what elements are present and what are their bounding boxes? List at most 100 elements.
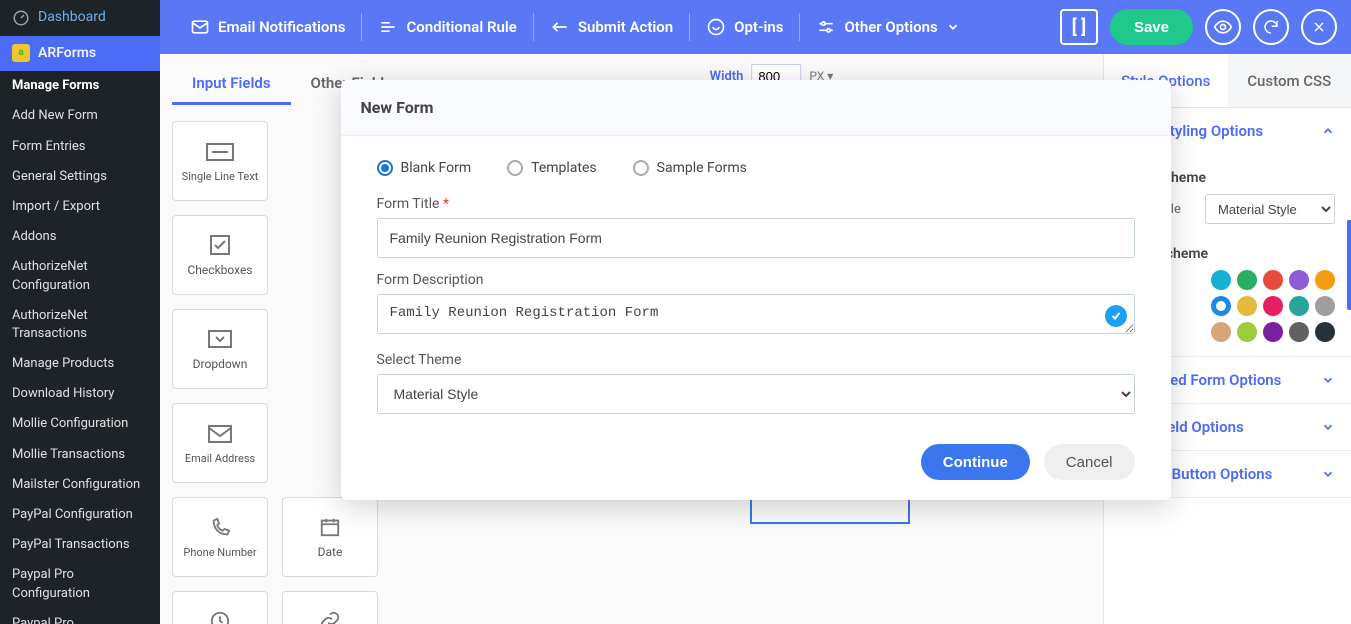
optin-icon	[706, 17, 726, 37]
color-swatch[interactable]	[1211, 270, 1231, 290]
color-swatch[interactable]	[1237, 296, 1257, 316]
tool-label: Email Notifications	[218, 18, 345, 36]
select-theme-label: Select Theme	[377, 352, 1135, 368]
chevron-down-icon	[1321, 420, 1335, 434]
close-button[interactable]	[1301, 9, 1337, 45]
radio-icon	[377, 160, 393, 176]
sidebar-sub-addons[interactable]: Addons	[0, 222, 160, 252]
sidebar-sub-mollie-trans[interactable]: Mollie Transactions	[0, 440, 160, 470]
tool-optins[interactable]: Opt-ins	[690, 9, 799, 45]
color-swatch[interactable]	[1211, 296, 1231, 316]
eye-icon	[1213, 17, 1233, 37]
color-swatch[interactable]	[1237, 322, 1257, 342]
tool-conditional-rule[interactable]: Conditional Rule	[362, 9, 532, 45]
field-label: Single Line Text	[182, 170, 259, 183]
field-url[interactable]: Website/URL	[282, 591, 378, 624]
input-style-select[interactable]: Material Style	[1205, 194, 1335, 224]
form-title-input[interactable]	[377, 218, 1135, 258]
sidebar-sub-manage-products[interactable]: Manage Products	[0, 349, 160, 379]
sidebar-sub-authorizenet-trans[interactable]: AuthorizeNet Transactions	[0, 301, 160, 349]
modal-title: New Form	[341, 80, 1171, 136]
field-single-line-text[interactable]: Single Line Text	[172, 121, 268, 201]
sidebar-sub-download-history[interactable]: Download History	[0, 379, 160, 409]
field-email[interactable]: Email Address	[172, 403, 268, 483]
sidebar-sub-manage-forms[interactable]: Manage Forms	[0, 71, 160, 101]
field-checkboxes[interactable]: Checkboxes	[172, 215, 268, 295]
field-dropdown[interactable]: Dropdown	[172, 309, 268, 389]
tab-input-fields[interactable]: Input Fields	[172, 64, 291, 105]
continue-button[interactable]: Continue	[921, 444, 1030, 480]
submit-icon	[550, 17, 570, 37]
color-swatch[interactable]	[1263, 296, 1283, 316]
radio-blank-form[interactable]: Blank Form	[377, 160, 472, 176]
sidebar-sub-paypal-pro-config[interactable]: Paypal Pro Configuration	[0, 560, 160, 608]
color-swatch[interactable]	[1211, 322, 1231, 342]
tool-submit-action[interactable]: Submit Action	[534, 9, 689, 45]
email-icon	[207, 424, 233, 444]
cancel-button[interactable]: Cancel	[1044, 444, 1135, 480]
checkbox-icon	[208, 233, 232, 257]
sidebar-sub-general-settings[interactable]: General Settings	[0, 162, 160, 192]
tool-email-notifications[interactable]: Email Notifications	[174, 9, 361, 45]
panel-drag-handle[interactable]	[1347, 220, 1351, 310]
dashboard-icon	[12, 9, 30, 27]
tool-label: Conditional Rule	[406, 18, 516, 36]
field-time[interactable]: Time	[172, 591, 268, 624]
sidebar-sub-paypal-pro-trans[interactable]: Paypal Pro Transactions	[0, 609, 160, 624]
radio-label: Blank Form	[401, 160, 472, 176]
date-icon	[319, 516, 341, 538]
field-date[interactable]: Date	[282, 497, 378, 577]
color-swatch[interactable]	[1263, 270, 1283, 290]
grammar-check-icon[interactable]	[1105, 305, 1127, 327]
field-phone[interactable]: Phone Number	[172, 497, 268, 577]
color-swatch[interactable]	[1263, 322, 1283, 342]
tool-other-options[interactable]: Other Options	[800, 9, 975, 45]
sidebar-sub-mollie-config[interactable]: Mollie Configuration	[0, 409, 160, 439]
admin-sidebar: Dashboard a ARForms Manage Forms Add New…	[0, 0, 160, 624]
color-swatch[interactable]	[1289, 270, 1309, 290]
color-swatch[interactable]	[1315, 322, 1335, 342]
tool-label: Other Options	[844, 18, 937, 36]
sidebar-sub-import-export[interactable]: Import / Export	[0, 192, 160, 222]
close-icon	[1311, 19, 1327, 35]
dropdown-icon	[207, 328, 233, 350]
color-swatch[interactable]	[1315, 270, 1335, 290]
form-description-label: Form Description	[377, 272, 1135, 288]
sidebar-sub-paypal-config[interactable]: PayPal Configuration	[0, 500, 160, 530]
sidebar-sub-form-entries[interactable]: Form Entries	[0, 132, 160, 162]
save-button[interactable]: Save	[1110, 9, 1193, 45]
color-swatch[interactable]	[1289, 322, 1309, 342]
refresh-button[interactable]	[1253, 9, 1289, 45]
sidebar-item-dashboard[interactable]: Dashboard	[0, 0, 160, 36]
tool-label: Submit Action	[578, 18, 673, 36]
color-swatch[interactable]	[1237, 270, 1257, 290]
color-swatch[interactable]	[1289, 296, 1309, 316]
chevron-down-icon	[946, 20, 960, 34]
preview-button[interactable]	[1205, 9, 1241, 45]
link-icon	[318, 610, 342, 624]
mail-icon	[190, 17, 210, 37]
chevron-down-icon	[1321, 467, 1335, 481]
arforms-icon: a	[12, 44, 30, 62]
sliders-icon	[816, 17, 836, 37]
shortcode-button[interactable]: [ ]	[1060, 9, 1098, 45]
radio-templates[interactable]: Templates	[507, 160, 597, 176]
sidebar-sub-mailster-config[interactable]: Mailster Configuration	[0, 470, 160, 500]
color-swatch[interactable]	[1315, 296, 1335, 316]
clock-icon	[209, 610, 231, 624]
radio-label: Sample Forms	[657, 160, 747, 176]
text-icon	[206, 141, 234, 163]
field-label: Email Address	[185, 452, 255, 465]
rule-icon	[378, 17, 398, 37]
sidebar-sub-authorizenet-config[interactable]: AuthorizeNet Configuration	[0, 252, 160, 300]
field-label: Phone Number	[183, 546, 256, 559]
form-description-input[interactable]	[377, 294, 1135, 334]
select-theme-dropdown[interactable]: Material Style	[377, 374, 1135, 414]
sidebar-sub-paypal-trans[interactable]: PayPal Transactions	[0, 530, 160, 560]
tab-custom-css[interactable]: Custom CSS	[1228, 54, 1351, 108]
field-label: Dropdown	[193, 357, 248, 371]
sidebar-item-arforms[interactable]: a ARForms	[0, 36, 160, 72]
sidebar-sub-add-new-form[interactable]: Add New Form	[0, 101, 160, 131]
color-swatches	[1195, 270, 1335, 342]
radio-sample-forms[interactable]: Sample Forms	[633, 160, 747, 176]
